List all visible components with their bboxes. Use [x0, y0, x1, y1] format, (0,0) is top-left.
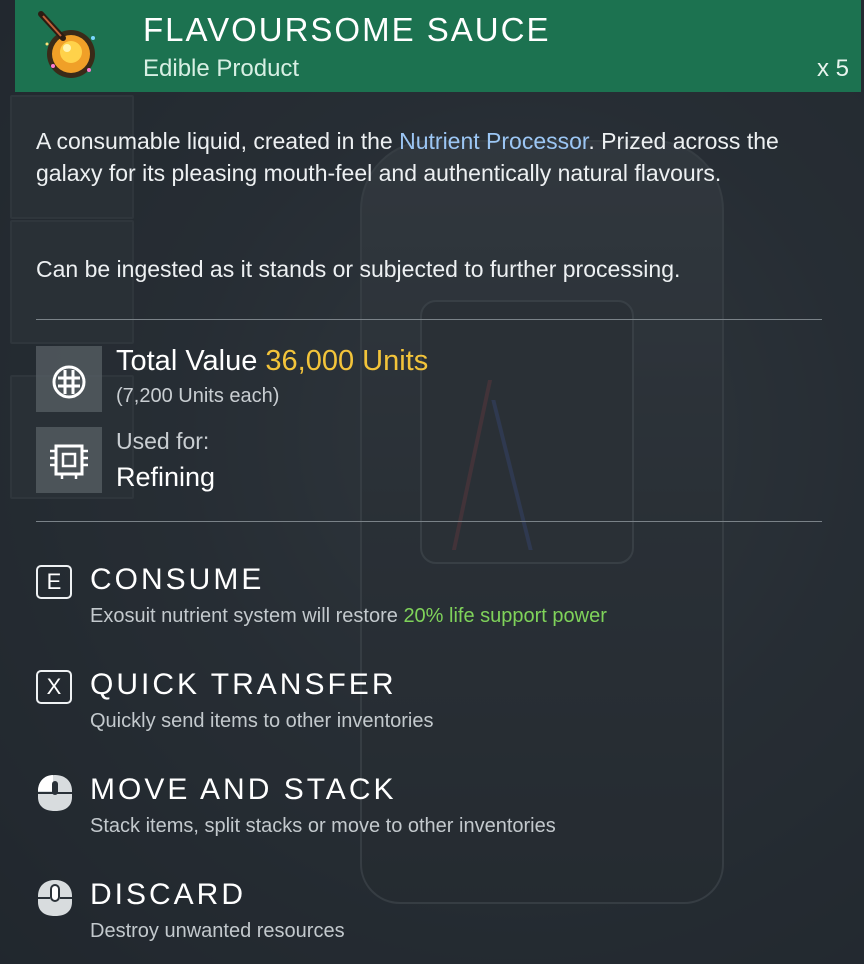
- action-consume[interactable]: E CONSUME Exosuit nutrient system will r…: [36, 563, 796, 643]
- action-discard[interactable]: DISCARD Destroy unwanted resources: [36, 878, 796, 958]
- value-each: (7,200 Units each): [116, 385, 280, 407]
- action-description: Exosuit nutrient system will restore 20%…: [90, 605, 607, 628]
- total-value-amount: 36,000 Units: [265, 345, 429, 377]
- item-category: Edible Product: [143, 55, 300, 82]
- description-link: Nutrient Processor: [399, 128, 589, 154]
- action-description: Quickly send items to other inventories: [90, 710, 434, 732]
- action-description-highlight: 20% life support power: [403, 605, 607, 627]
- divider: [36, 319, 822, 320]
- divider: [36, 521, 822, 522]
- mouse-left-click-icon: [36, 773, 74, 813]
- sauce-pan-icon: [35, 8, 101, 80]
- action-title: QUICK TRANSFER: [90, 668, 397, 701]
- action-title: CONSUME: [90, 563, 265, 596]
- total-value: Total Value 36,000 Units: [116, 345, 428, 378]
- units-currency-icon: [36, 346, 102, 412]
- item-header: FLAVOURSOME SAUCE Edible Product x 5: [15, 0, 861, 92]
- description-text: A consumable liquid, created in the: [36, 128, 400, 154]
- key-x-icon: X: [36, 670, 72, 704]
- key-e-icon: E: [36, 565, 72, 599]
- item-count: x 5: [816, 55, 849, 82]
- refiner-chip-icon: [36, 427, 102, 493]
- action-description: Destroy unwanted resources: [90, 920, 345, 942]
- action-quick-transfer[interactable]: X QUICK TRANSFER Quickly send items to o…: [36, 668, 796, 748]
- item-title: FLAVOURSOME SAUCE: [143, 11, 551, 48]
- used-for-value: Refining: [116, 462, 216, 492]
- total-value-label: Total Value: [116, 345, 258, 377]
- item-description: A consumable liquid, created in the Nutr…: [36, 125, 826, 189]
- action-move-and-stack[interactable]: MOVE AND STACK Stack items, split stacks…: [36, 773, 796, 853]
- item-description-secondary: Can be ingested as it stands or subjecte…: [36, 256, 681, 282]
- action-description-text: Exosuit nutrient system will restore: [90, 605, 404, 627]
- mouse-middle-click-icon: [36, 878, 74, 918]
- action-description: Stack items, split stacks or move to oth…: [90, 815, 556, 837]
- action-title: DISCARD: [90, 878, 247, 911]
- used-for-label: Used for:: [116, 428, 210, 454]
- action-title: MOVE AND STACK: [90, 773, 397, 806]
